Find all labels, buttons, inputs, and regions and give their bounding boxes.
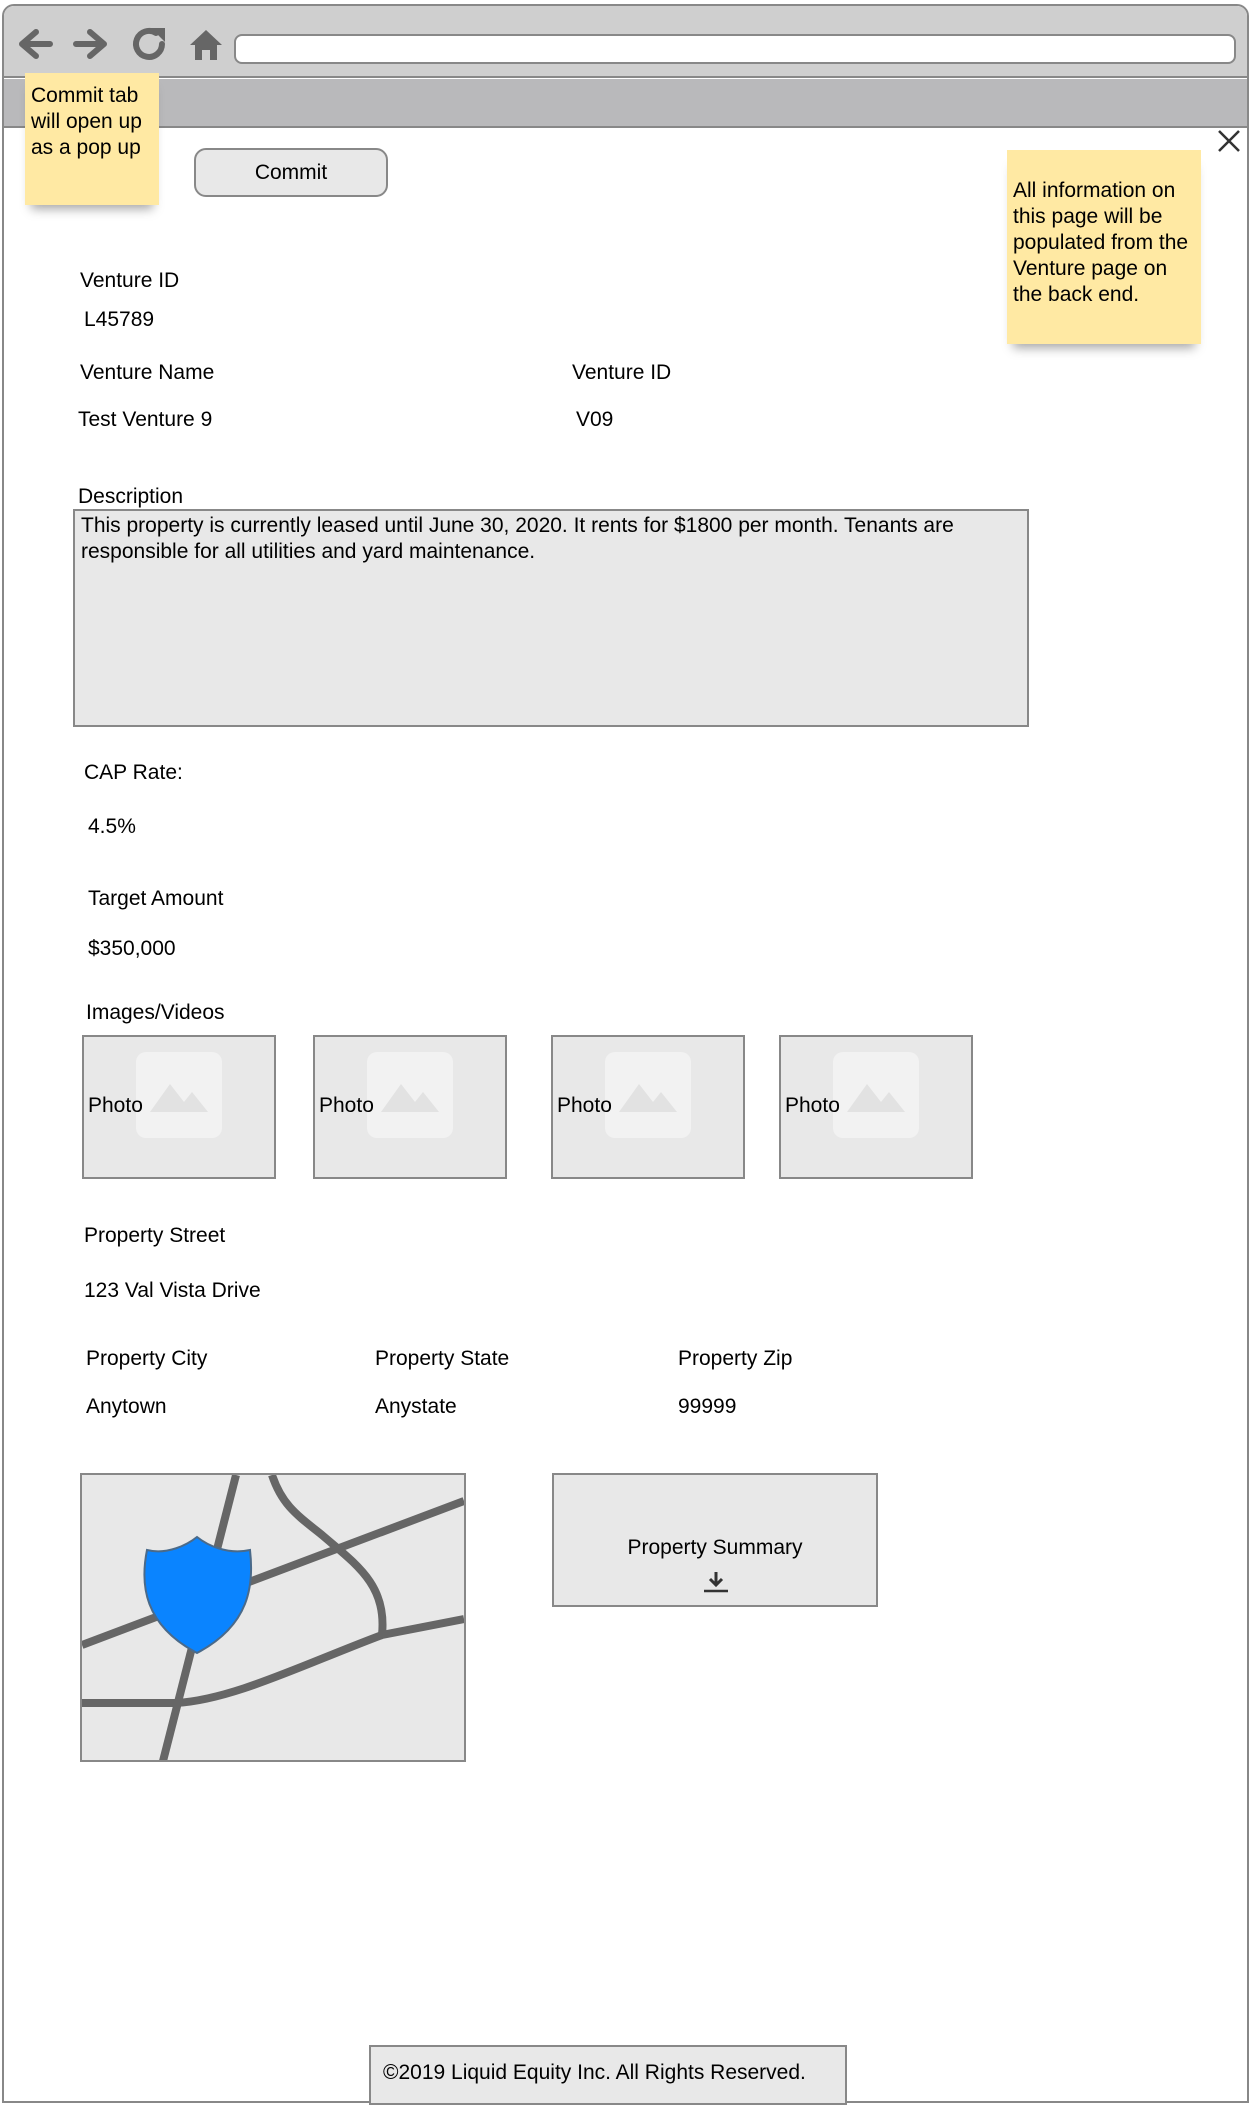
download-icon (702, 1570, 730, 1594)
property-state-label: Property State (375, 1347, 510, 1370)
commit-note: Commit tab will open up as a pop up (25, 73, 159, 205)
photo-label: Photo (557, 1094, 612, 1117)
image-placeholder-icon (136, 1052, 222, 1138)
description-textarea[interactable]: This property is currently leased until … (73, 509, 1029, 727)
description-label: Description (78, 485, 184, 508)
arrow-right-icon[interactable] (72, 24, 112, 64)
image-placeholder-icon (367, 1052, 453, 1138)
cap-rate-value: 4.5% (88, 815, 136, 838)
photo-tile[interactable]: Photo (779, 1035, 973, 1179)
venture-id-label: Venture ID (80, 269, 180, 292)
property-street-value: 123 Val Vista Drive (84, 1279, 261, 1302)
commit-button[interactable]: Commit (194, 148, 388, 197)
property-summary-label: Property Summary (627, 1536, 803, 1559)
home-icon[interactable] (186, 24, 226, 64)
property-zip-label: Property Zip (678, 1347, 793, 1370)
photo-label: Photo (319, 1094, 374, 1117)
property-city-label: Property City (86, 1347, 208, 1370)
target-amount-value: $350,000 (88, 937, 176, 960)
footer-copyright: ©2019 Liquid Equity Inc. All Rights Rese… (369, 2045, 847, 2105)
image-placeholder-icon (833, 1052, 919, 1138)
venture-name-value: Test Venture 9 (78, 408, 213, 431)
property-zip-value: 99999 (678, 1395, 737, 1418)
arrow-left-icon[interactable] (14, 24, 54, 64)
property-summary-button[interactable]: Property Summary (552, 1473, 878, 1607)
photo-tile[interactable]: Photo (313, 1035, 507, 1179)
photo-label: Photo (88, 1094, 143, 1117)
image-placeholder-icon (605, 1052, 691, 1138)
map-icon[interactable] (80, 1473, 466, 1762)
property-city-value: Anytown (86, 1395, 167, 1418)
browser-nav-bar (4, 6, 1247, 78)
venture-id-2-label: Venture ID (572, 361, 672, 384)
venture-name-label: Venture Name (80, 361, 215, 384)
venture-id-2-value: V09 (576, 408, 614, 431)
target-amount-label: Target Amount (88, 887, 224, 910)
property-state-value: Anystate (375, 1395, 457, 1418)
images-videos-label: Images/Videos (86, 1001, 225, 1024)
close-icon[interactable] (1215, 127, 1243, 155)
photo-tile[interactable]: Photo (82, 1035, 276, 1179)
venture-id-value: L45789 (84, 308, 155, 331)
tab-strip (4, 79, 1247, 128)
property-street-label: Property Street (84, 1224, 226, 1247)
info-note: All information on this page will be pop… (1007, 150, 1201, 344)
photo-tile[interactable]: Photo (551, 1035, 745, 1179)
photo-label: Photo (785, 1094, 840, 1117)
reload-icon[interactable] (129, 24, 169, 64)
url-input[interactable] (234, 34, 1236, 64)
cap-rate-label: CAP Rate: (84, 761, 183, 784)
